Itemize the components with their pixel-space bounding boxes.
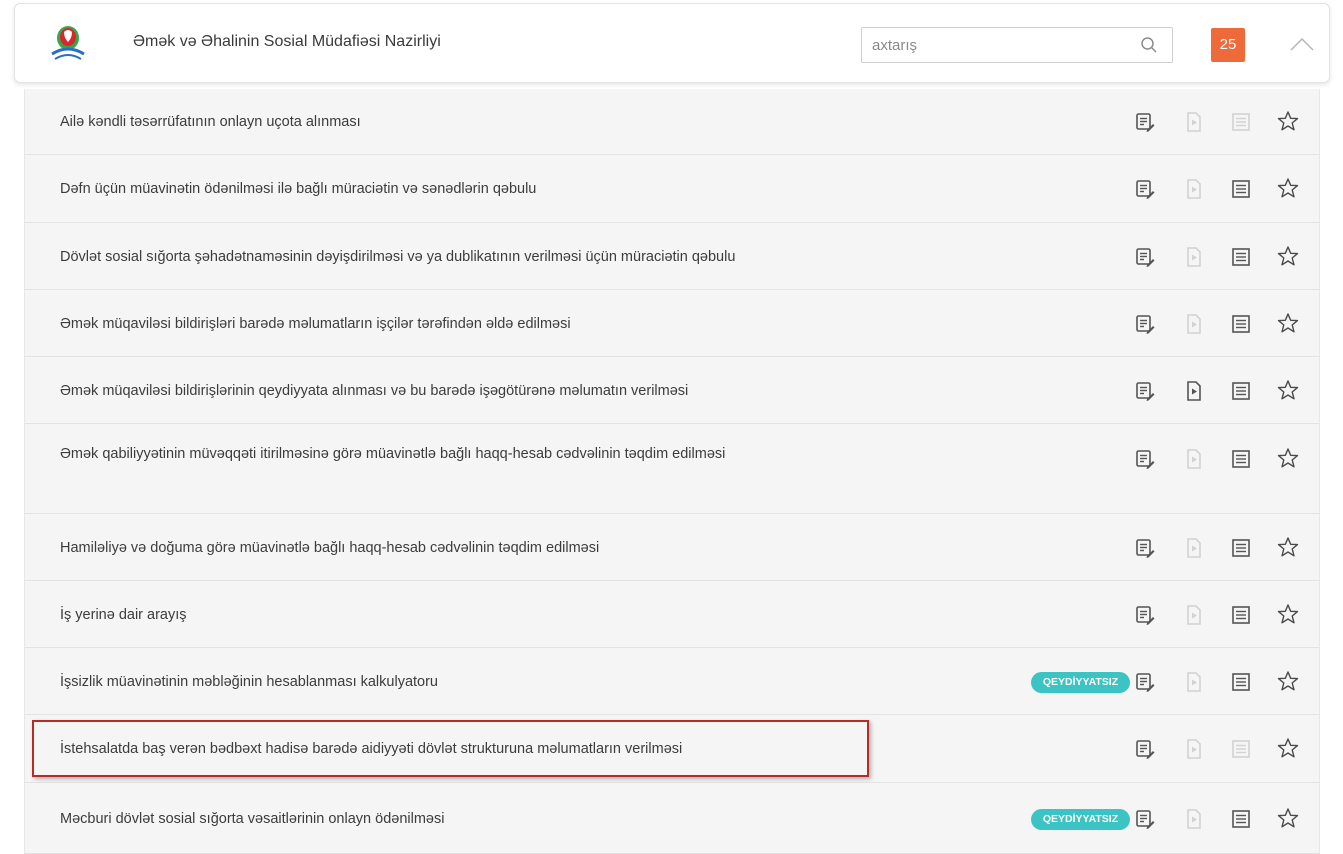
list-edit-icon[interactable] — [1134, 537, 1156, 559]
document-list-icon[interactable] — [1230, 246, 1252, 268]
star-icon[interactable] — [1277, 312, 1299, 334]
document-list-icon[interactable] — [1230, 178, 1252, 200]
star-icon[interactable] — [1277, 536, 1299, 558]
service-title[interactable]: Əmək müqaviləsi bildirişlərinin qeydiyya… — [60, 379, 820, 403]
star-icon[interactable] — [1277, 737, 1299, 759]
document-list-icon[interactable] — [1230, 448, 1252, 470]
service-row[interactable]: Hamiləliyə və doğuma görə müavinətlə bağ… — [25, 514, 1319, 581]
service-row[interactable]: Məcburi dövlət sosial sığorta vəsaitləri… — [25, 783, 1319, 854]
list-edit-icon[interactable] — [1134, 178, 1156, 200]
service-row[interactable]: Dövlət sosial sığorta şəhadətnaməsinin d… — [25, 223, 1319, 290]
play-document-icon[interactable] — [1183, 178, 1205, 200]
star-icon[interactable] — [1277, 379, 1299, 401]
list-edit-icon[interactable] — [1134, 313, 1156, 335]
count-badge[interactable]: 25 — [1211, 28, 1245, 62]
search-box[interactable] — [861, 27, 1173, 63]
unregistered-badge: QEYDİYYATSIZ — [1031, 672, 1130, 693]
search-input[interactable] — [862, 28, 1142, 62]
star-icon[interactable] — [1277, 177, 1299, 199]
service-row[interactable]: Ailə kəndli təsərrüfatının onlayn uçota … — [25, 89, 1319, 155]
service-title[interactable]: İş yerinə dair arayış — [60, 603, 820, 627]
search-icon[interactable] — [1140, 36, 1158, 54]
document-list-icon[interactable] — [1230, 380, 1252, 402]
list-edit-icon[interactable] — [1134, 111, 1156, 133]
logo-icon — [51, 26, 85, 60]
service-title[interactable]: Dövlət sosial sığorta şəhadətnaməsinin d… — [60, 245, 820, 269]
star-icon[interactable] — [1277, 807, 1299, 829]
document-list-icon[interactable] — [1230, 537, 1252, 559]
play-document-icon[interactable] — [1183, 671, 1205, 693]
service-row[interactable]: Əmək qabiliyyətinin müvəqqəti itirilməsi… — [25, 424, 1319, 514]
list-edit-icon[interactable] — [1134, 738, 1156, 760]
list-edit-icon[interactable] — [1134, 380, 1156, 402]
star-icon[interactable] — [1277, 670, 1299, 692]
chevron-up-icon[interactable] — [1289, 36, 1315, 52]
play-document-icon[interactable] — [1183, 738, 1205, 760]
play-document-icon[interactable] — [1183, 246, 1205, 268]
unregistered-badge: QEYDİYYATSIZ — [1031, 809, 1130, 830]
play-document-icon[interactable] — [1183, 448, 1205, 470]
service-row[interactable]: Əmək müqaviləsi bildirişləri barədə məlu… — [25, 290, 1319, 357]
highlight-box — [32, 720, 869, 777]
document-list-icon[interactable] — [1230, 313, 1252, 335]
play-document-icon[interactable] — [1183, 111, 1205, 133]
document-list-icon[interactable] — [1230, 671, 1252, 693]
service-title[interactable]: Əmək müqaviləsi bildirişləri barədə məlu… — [60, 312, 820, 336]
service-row[interactable]: Əmək müqaviləsi bildirişlərinin qeydiyya… — [25, 357, 1319, 424]
service-title[interactable]: Hamiləliyə və doğuma görə müavinətlə bağ… — [60, 536, 820, 560]
service-title[interactable]: Dəfn üçün müavinətin ödənilməsi ilə bağl… — [60, 177, 820, 201]
service-row[interactable]: İşsizlik müavinətinin məbləğinin hesabla… — [25, 648, 1319, 715]
play-document-icon[interactable] — [1183, 604, 1205, 626]
star-icon[interactable] — [1277, 447, 1299, 469]
service-title[interactable]: İşsizlik müavinətinin məbləğinin hesabla… — [60, 670, 820, 694]
service-row[interactable]: Dəfn üçün müavinətin ödənilməsi ilə bağl… — [25, 155, 1319, 223]
star-icon[interactable] — [1277, 245, 1299, 267]
play-document-icon[interactable] — [1183, 313, 1205, 335]
ministry-title: Əmək və Əhalinin Sosial Müdafiəsi Nazirl… — [133, 33, 441, 50]
list-edit-icon[interactable] — [1134, 604, 1156, 626]
service-title[interactable]: Əmək qabiliyyətinin müvəqqəti itirilməsi… — [60, 442, 820, 466]
play-document-icon[interactable] — [1183, 808, 1205, 830]
service-row[interactable]: İş yerinə dair arayış — [25, 581, 1319, 648]
service-title[interactable]: Ailə kəndli təsərrüfatının onlayn uçota … — [60, 110, 820, 134]
play-document-icon[interactable] — [1183, 380, 1205, 402]
header-bar: Əmək və Əhalinin Sosial Müdafiəsi Nazirl… — [14, 3, 1330, 83]
document-list-icon[interactable] — [1230, 111, 1252, 133]
star-icon[interactable] — [1277, 603, 1299, 625]
service-title[interactable]: Məcburi dövlət sosial sığorta vəsaitləri… — [60, 807, 820, 831]
play-document-icon[interactable] — [1183, 537, 1205, 559]
list-edit-icon[interactable] — [1134, 448, 1156, 470]
list-edit-icon[interactable] — [1134, 808, 1156, 830]
document-list-icon[interactable] — [1230, 808, 1252, 830]
list-edit-icon[interactable] — [1134, 246, 1156, 268]
document-list-icon[interactable] — [1230, 604, 1252, 626]
star-icon[interactable] — [1277, 110, 1299, 132]
document-list-icon[interactable] — [1230, 738, 1252, 760]
list-edit-icon[interactable] — [1134, 671, 1156, 693]
